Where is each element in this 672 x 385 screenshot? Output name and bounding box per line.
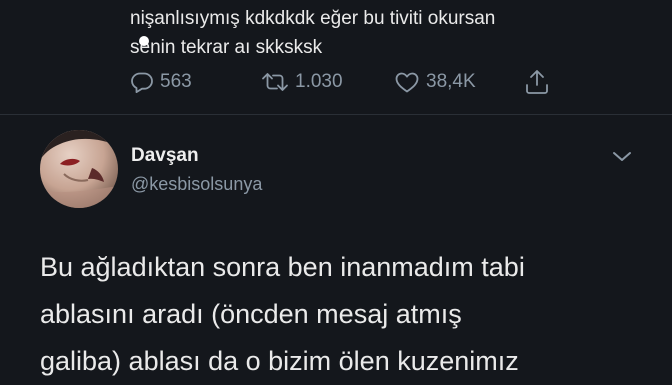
retweet-count: 1.030 [295,71,343,92]
heart-icon [394,71,420,93]
user-handle[interactable]: @kesbisolsunya [131,174,262,195]
retweet-icon [261,71,289,93]
tweet-text: Bu ağladıktan sonra ben inanmadım tabi a… [40,244,660,385]
share-button[interactable] [524,66,550,98]
reply-bubble-icon [130,71,154,93]
tweet-text-line: ablasını aradı (öncden mesaj atmış [40,299,462,329]
reply-count: 563 [160,71,192,92]
touch-indicator [139,36,149,46]
like-count: 38,4K [426,71,476,92]
tweet-divider [0,114,672,115]
previous-tweet-text: nişanlısıymış kdkdkdk eğer bu tiviti oku… [130,4,495,62]
like-button[interactable]: 38,4K [394,66,476,98]
previous-tweet-line: senin tekrar aı skksksk [130,37,323,58]
tweet-menu-button[interactable] [610,146,634,166]
reply-button[interactable]: 563 [130,66,192,98]
tweet-text-line: Bu ağladıktan sonra ben inanmadım tabi [40,252,525,282]
chevron-down-icon [610,152,634,170]
previous-tweet-line: nişanlısıymış kdkdkdk eğer bu tiviti oku… [130,8,496,29]
retweet-button[interactable]: 1.030 [261,66,343,98]
share-icon [524,68,550,96]
previous-tweet-actions: 563 1.030 38,4K [130,66,570,98]
display-name[interactable]: Davşan [131,145,199,167]
avatar[interactable] [40,130,118,208]
